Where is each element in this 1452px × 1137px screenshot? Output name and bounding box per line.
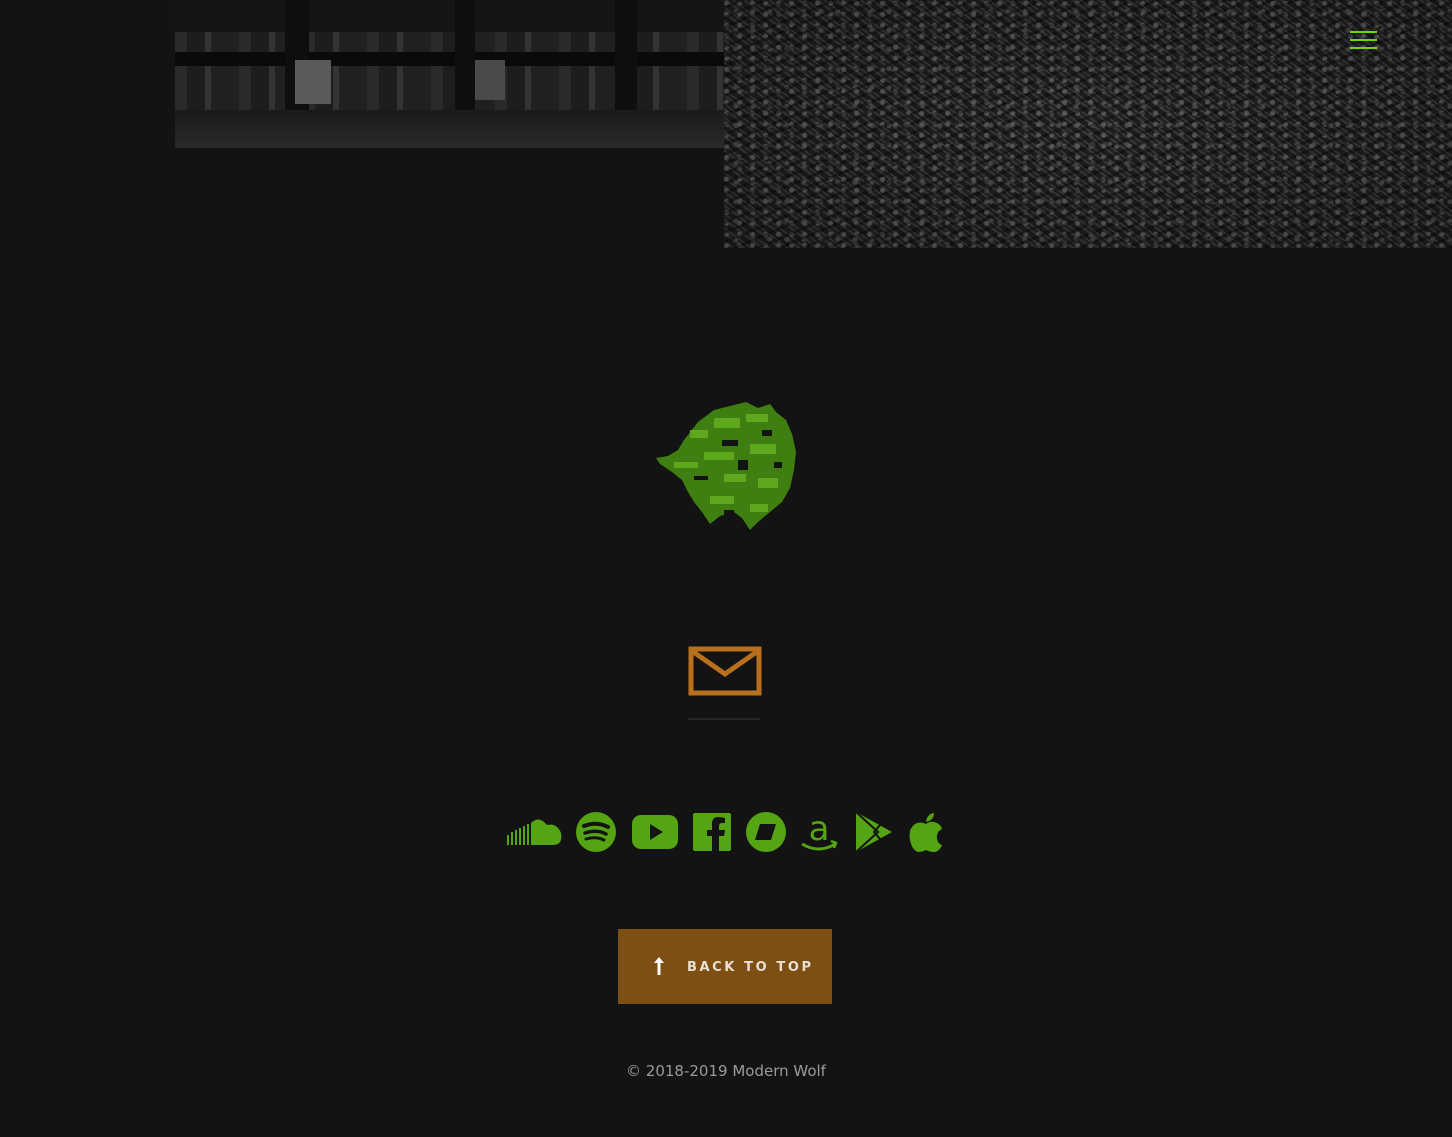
soundcloud-icon[interactable] [506,808,564,856]
spotify-icon[interactable] [574,808,618,856]
social-links: a [506,808,946,856]
amazon-icon[interactable]: a [798,808,840,856]
contact-underline [688,718,760,720]
header-photo-right [724,0,1452,248]
svg-text:a: a [809,810,830,849]
header-photo-left [175,0,724,148]
arrow-up-icon [654,957,664,975]
back-to-top-label: BACK TO TOP [687,960,814,975]
youtube-icon[interactable] [631,808,679,856]
wolf-head-logo [656,402,796,530]
copyright-text: © 2018-2019 Modern Wolf [626,1062,826,1080]
google-play-icon[interactable] [853,808,895,856]
hamburger-menu-icon[interactable] [1350,28,1378,52]
bandcamp-icon[interactable] [744,808,788,856]
back-to-top-button[interactable]: BACK TO TOP [618,929,832,1004]
envelope-icon[interactable] [688,646,762,696]
apple-icon[interactable] [906,808,946,856]
facebook-icon[interactable] [692,808,732,856]
